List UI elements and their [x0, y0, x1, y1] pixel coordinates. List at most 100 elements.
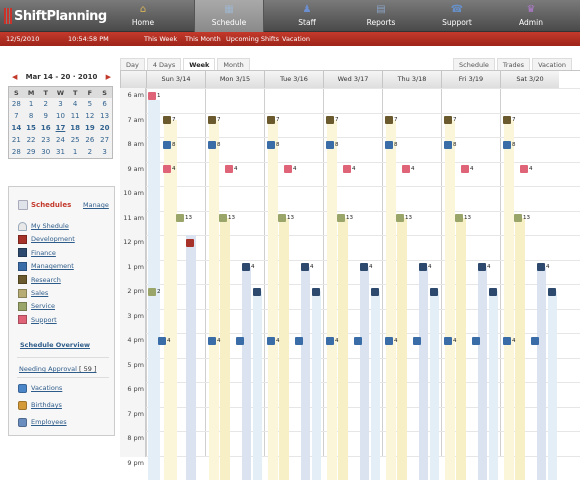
- calendar-day[interactable]: 21: [9, 134, 24, 146]
- shift-chip[interactable]: 7: [503, 115, 516, 126]
- shift-band[interactable]: [386, 119, 396, 480]
- day-header[interactable]: Thu 3/18: [382, 71, 441, 88]
- shift-chip[interactable]: [253, 286, 262, 297]
- calendar-day[interactable]: 6: [97, 98, 112, 110]
- shift-chip[interactable]: [371, 286, 380, 297]
- nav-tab-support[interactable]: ☎ Support: [422, 0, 492, 32]
- shift-chip[interactable]: 13: [337, 213, 353, 224]
- schedule-item-label[interactable]: Service: [31, 302, 55, 310]
- schedule-item-development[interactable]: Development: [18, 234, 75, 244]
- shift-chip[interactable]: 7: [326, 115, 339, 126]
- calendar-day[interactable]: 15: [24, 122, 39, 134]
- shift-chip[interactable]: 8: [503, 139, 516, 150]
- shift-chip[interactable]: [531, 335, 540, 346]
- shift-band[interactable]: [301, 266, 310, 480]
- calendar-day[interactable]: 18: [68, 122, 83, 134]
- needing-approval-link[interactable]: Needing Approval [ 59 ]: [19, 365, 97, 373]
- link-label[interactable]: Vacations: [31, 384, 62, 392]
- shift-band[interactable]: [419, 266, 428, 480]
- view-tab-4-days[interactable]: 4 Days: [146, 58, 182, 70]
- day-header[interactable]: Sun 3/14: [146, 71, 205, 88]
- calendar-day[interactable]: 20: [97, 122, 112, 134]
- shift-chip[interactable]: [312, 286, 321, 297]
- shift-chip[interactable]: [354, 335, 363, 346]
- logo[interactable]: ShiftPlanning: [4, 6, 107, 26]
- shift-chip[interactable]: 8: [326, 139, 339, 150]
- shift-band[interactable]: [338, 217, 348, 480]
- calendar-day[interactable]: 2: [38, 98, 53, 110]
- shift-chip[interactable]: 13: [396, 213, 412, 224]
- calendar-day[interactable]: 11: [68, 110, 83, 122]
- shift-band[interactable]: [209, 119, 219, 480]
- needing-approval-label[interactable]: Needing Approval: [19, 365, 77, 373]
- nav-tab-staff[interactable]: ♟ Staff: [272, 0, 342, 32]
- calendar-day[interactable]: 10: [53, 110, 68, 122]
- shift-band[interactable]: [456, 217, 466, 480]
- shift-chip[interactable]: 4: [267, 335, 280, 346]
- nav-tab-schedule[interactable]: ▦ Schedule: [194, 0, 264, 32]
- shift-chip[interactable]: 4: [419, 262, 432, 273]
- shift-chip[interactable]: 13: [455, 213, 471, 224]
- shift-chip[interactable]: 4: [343, 164, 356, 175]
- shift-band[interactable]: [397, 217, 407, 480]
- shift-band[interactable]: [253, 291, 262, 480]
- shift-band[interactable]: [327, 119, 337, 480]
- shift-chip[interactable]: [430, 286, 439, 297]
- shift-band[interactable]: [268, 119, 278, 480]
- calendar-day[interactable]: 1: [24, 98, 39, 110]
- calendar-day[interactable]: 3: [53, 98, 68, 110]
- view-tab-month[interactable]: Month: [217, 58, 250, 70]
- shift-band[interactable]: [478, 266, 487, 480]
- shift-chip[interactable]: 2: [148, 286, 161, 297]
- schedule-item-label[interactable]: Sales: [31, 289, 48, 297]
- shift-chip[interactable]: 4: [242, 262, 255, 273]
- shift-chip[interactable]: 7: [385, 115, 398, 126]
- day-header[interactable]: Wed 3/17: [323, 71, 382, 88]
- schedule-item-label[interactable]: Development: [31, 235, 75, 243]
- schedule-item-management[interactable]: Management: [18, 261, 74, 271]
- schedule-overview-link[interactable]: Schedule Overview: [20, 341, 90, 349]
- shift-chip[interactable]: 4: [284, 164, 297, 175]
- shift-chip[interactable]: [472, 335, 481, 346]
- shift-band[interactable]: [360, 266, 369, 480]
- shift-chip[interactable]: 4: [225, 164, 238, 175]
- schedule-item-finance[interactable]: Finance: [18, 248, 56, 258]
- shift-band[interactable]: [504, 119, 514, 480]
- calendar-day[interactable]: 8: [24, 110, 39, 122]
- calendar-day[interactable]: 23: [38, 134, 53, 146]
- link-label[interactable]: Birthdays: [31, 401, 62, 409]
- schedule-item-my-shedule[interactable]: My Shedule: [18, 221, 69, 231]
- shift-chip[interactable]: 4: [444, 335, 457, 346]
- view-tab-day[interactable]: Day: [120, 58, 145, 70]
- shift-chip[interactable]: [489, 286, 498, 297]
- shift-band[interactable]: [371, 291, 380, 480]
- nav-tab-reports[interactable]: ▤ Reports: [346, 0, 416, 32]
- shift-chip[interactable]: [548, 286, 557, 297]
- link-employees[interactable]: Employees: [18, 417, 67, 427]
- shift-band[interactable]: [242, 266, 251, 480]
- shift-band[interactable]: [220, 217, 230, 480]
- shift-chip[interactable]: 13: [514, 213, 530, 224]
- prev-arrow-icon[interactable]: ◀: [12, 73, 17, 81]
- view-tab-week[interactable]: Week: [183, 58, 216, 70]
- schedule-item-label[interactable]: Research: [31, 276, 61, 284]
- shift-chip[interactable]: 8: [444, 139, 457, 150]
- shift-chip[interactable]: 7: [444, 115, 457, 126]
- link-birthdays[interactable]: Birthdays: [18, 400, 62, 410]
- calendar-day[interactable]: 13: [97, 110, 112, 122]
- shift-chip[interactable]: 4: [503, 335, 516, 346]
- shift-chip[interactable]: 4: [537, 262, 550, 273]
- schedule-item-label[interactable]: My Shedule: [31, 222, 69, 230]
- shift-chip[interactable]: 7: [208, 115, 221, 126]
- shift-chip[interactable]: [236, 335, 245, 346]
- link-label[interactable]: Employees: [31, 418, 67, 426]
- calendar-day[interactable]: 22: [24, 134, 39, 146]
- shift-band[interactable]: [548, 291, 557, 480]
- schedule-item-service[interactable]: Service: [18, 301, 55, 311]
- shift-band[interactable]: [537, 266, 546, 480]
- shift-chip[interactable]: 4: [163, 164, 176, 175]
- schedule-item-support[interactable]: Support: [18, 315, 57, 325]
- calendar-day[interactable]: 24: [53, 134, 68, 146]
- calendar-day[interactable]: 4: [68, 98, 83, 110]
- calendar-day[interactable]: 16: [38, 122, 53, 134]
